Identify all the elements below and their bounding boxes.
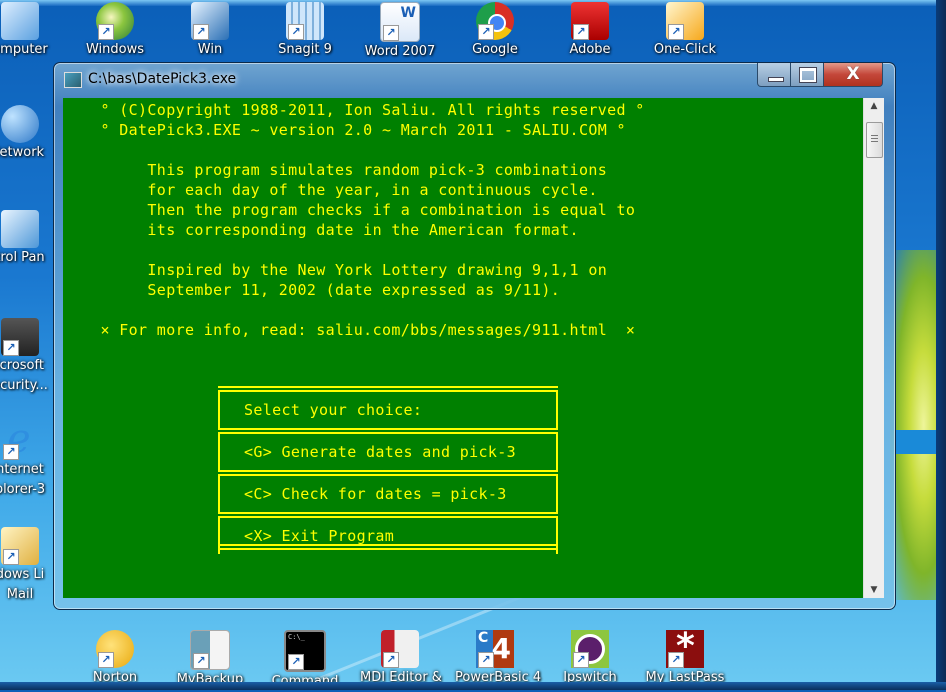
ipswitch-icon: ↗ <box>571 630 609 668</box>
desktop-icon-one-click[interactable]: ↗ One-Click <box>645 2 725 60</box>
shortcut-arrow-icon: ↗ <box>478 652 494 668</box>
win-tool-icon: ↗ <box>191 2 229 40</box>
shortcut-arrow-icon: ↗ <box>668 652 684 668</box>
console-line-description: its corresponding date in the American f… <box>63 221 579 239</box>
shortcut-arrow-icon: ↗ <box>478 24 494 40</box>
scrollbar-thumb[interactable] <box>866 122 883 158</box>
menu-prompt-row: Select your choice: <box>218 392 558 428</box>
console-line-version: ° DatePick3.EXE ~ version 2.0 ~ March 20… <box>63 121 626 139</box>
shortcut-arrow-icon: ↗ <box>3 444 19 460</box>
desktop-icon-computer[interactable]: omputer <box>0 2 60 60</box>
shortcut-arrow-icon: ↗ <box>383 25 399 41</box>
menu-option-label: <G> Generate dates and pick-3 <box>244 443 517 461</box>
snagit-icon: ↗ <box>286 2 324 40</box>
desktop-icon-snagit[interactable]: ↗ Snagit 9 <box>265 2 345 60</box>
maximize-icon <box>791 63 824 86</box>
desktop-icon-windows-live-mail[interactable]: ↗ dows Li Mail <box>0 527 60 605</box>
scroll-down-arrow-icon[interactable]: ▼ <box>864 582 884 598</box>
choice-menu: Select your choice: <G> Generate dates a… <box>218 386 558 554</box>
desktop-icon-google-chrome[interactable]: ↗ Google <box>455 2 535 60</box>
title-bar[interactable]: C:\bas\DatePick3.exe X <box>54 63 895 97</box>
desktop-icon-word[interactable]: W ↗ Word 2007 <box>360 2 440 62</box>
desktop-icon-adobe[interactable]: ↗ Adobe <box>550 2 630 60</box>
maximize-button[interactable] <box>790 63 825 87</box>
desktop-icon-windows[interactable]: ↗ Windows <box>75 2 155 60</box>
desktop-frame-right <box>936 0 946 690</box>
security-essentials-icon: ↗ <box>1 318 39 356</box>
norton-icon: ↗ <box>96 630 134 668</box>
desktop-icon-mdi-editor[interactable]: ↗ MDI Editor & <box>360 630 442 688</box>
desktop-icon-microsoft-security[interactable]: ↗ icrosoft ecurity... <box>0 318 60 396</box>
desktop-icon-mybackup[interactable]: ↗ MyBackup <box>170 630 250 690</box>
close-icon: X <box>846 64 860 84</box>
desktop-icon-control-panel[interactable]: trol Pan <box>0 210 60 268</box>
shortcut-arrow-icon: ↗ <box>668 24 684 40</box>
menu-option-label: <C> Check for dates = pick-3 <box>244 485 507 503</box>
scroll-up-arrow-icon[interactable]: ▲ <box>864 98 884 114</box>
shortcut-arrow-icon: ↗ <box>3 340 19 356</box>
command-prompt-icon: C:\_ ↗ <box>284 630 326 672</box>
shortcut-arrow-icon: ↗ <box>288 24 304 40</box>
menu-option-generate[interactable]: <G> Generate dates and pick-3 <box>218 434 558 470</box>
console-line-more-info: × For more info, read: saliu.com/bbs/mes… <box>63 321 636 339</box>
console-line-inspiration: Inspired by the New York Lottery drawing… <box>63 261 608 279</box>
console-window: C:\bas\DatePick3.exe X ° (C)Copyright 19… <box>53 62 896 610</box>
one-click-icon: ↗ <box>666 2 704 40</box>
menu-option-label: <X> Exit Program <box>244 527 395 545</box>
shortcut-arrow-icon: ↗ <box>193 24 209 40</box>
vertical-scrollbar[interactable]: ▲ ▼ <box>863 98 884 598</box>
desktop-icon-powerbasic[interactable]: C 4 ↗ PowerBasic 4 <box>455 630 541 688</box>
desktop-frame-bottom <box>0 682 946 690</box>
computer-icon <box>1 2 39 40</box>
menu-divider <box>218 544 558 550</box>
console-line-copyright: ° (C)Copyright 1988-2011, Ion Saliu. All… <box>63 101 645 119</box>
chrome-icon: ↗ <box>476 2 514 40</box>
mdi-editor-icon: ↗ <box>381 630 419 668</box>
window-title: C:\bas\DatePick3.exe <box>88 71 237 87</box>
powerbasic-icon: C 4 ↗ <box>476 630 514 668</box>
desktop-icon-lastpass[interactable]: * ↗ My LastPass <box>645 626 725 688</box>
desktop-icon-ipswitch[interactable]: ↗ Ipswitch <box>550 630 630 688</box>
mybackup-icon: ↗ <box>190 630 230 670</box>
close-button[interactable]: X <box>823 63 883 87</box>
control-panel-icon <box>1 210 39 248</box>
console-line-inspiration: September 11, 2002 (date expressed as 9/… <box>63 281 561 299</box>
shortcut-arrow-icon: ↗ <box>573 652 589 668</box>
menu-prompt: Select your choice: <box>244 401 423 419</box>
shortcut-arrow-icon: ↗ <box>98 652 114 668</box>
console-line-description: Then the program checks if a combination… <box>63 201 636 219</box>
windows-orb-icon: ↗ <box>96 2 134 40</box>
shortcut-arrow-icon: ↗ <box>573 24 589 40</box>
adobe-reader-icon: ↗ <box>571 2 609 40</box>
shortcut-arrow-icon: ↗ <box>3 549 19 565</box>
internet-explorer-icon: e ↗ <box>1 416 39 462</box>
desktop-icon-norton[interactable]: ↗ Norton <box>75 630 155 688</box>
shortcut-arrow-icon: ↗ <box>288 654 304 670</box>
console-app-icon <box>64 72 82 88</box>
shortcut-arrow-icon: ↗ <box>383 652 399 668</box>
shortcut-arrow-icon: ↗ <box>98 24 114 40</box>
lastpass-icon: * ↗ <box>666 626 704 668</box>
grip-icon <box>871 135 878 144</box>
minimize-icon <box>758 63 791 86</box>
desktop-icon-internet-explorer[interactable]: e↗ nternet plorer-3 <box>0 416 60 500</box>
minimize-button[interactable] <box>757 63 792 87</box>
console-output[interactable]: ° (C)Copyright 1988-2011, Ion Saliu. All… <box>63 98 863 598</box>
console-line-description: This program simulates random pick-3 com… <box>63 161 608 179</box>
desktop-icon-network[interactable]: letwork <box>0 105 60 163</box>
windows-live-mail-icon: ↗ <box>1 527 39 565</box>
shortcut-arrow-icon: ↗ <box>193 653 209 669</box>
network-icon <box>1 105 39 143</box>
console-line-description: for each day of the year, in a continuou… <box>63 181 598 199</box>
menu-option-check[interactable]: <C> Check for dates = pick-3 <box>218 476 558 512</box>
desktop-icon-win[interactable]: ↗ Win <box>170 2 250 60</box>
word-icon: W ↗ <box>380 2 420 42</box>
